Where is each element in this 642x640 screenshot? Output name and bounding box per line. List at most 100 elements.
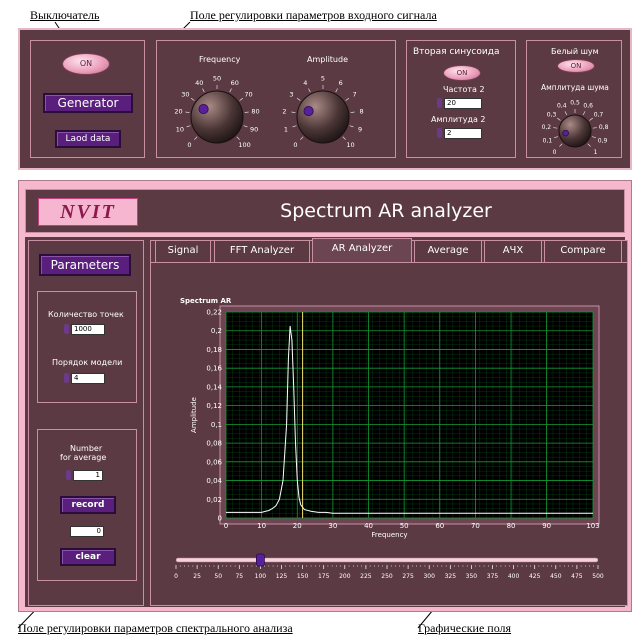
knob-tick-mark — [564, 111, 568, 116]
tab-ar-analyzer[interactable]: AR Analyzer — [312, 238, 412, 262]
knob-tick-mark — [553, 127, 558, 129]
knob-tick-mark — [553, 136, 558, 139]
x-tick-label: 10 — [257, 522, 266, 530]
second-sine-title: Вторая синусоида — [413, 47, 500, 57]
knob-tick-label: 0 — [553, 149, 557, 156]
order-input[interactable]: 4 — [71, 373, 105, 384]
x-tick-label: 103 — [586, 522, 599, 530]
generator-button[interactable]: Generator — [43, 93, 133, 113]
tab-average[interactable]: Average — [414, 240, 482, 262]
tab-ачх[interactable]: АЧХ — [484, 240, 542, 262]
frequency-knob[interactable]: 0 10 20 30 40 50 60 70 80 90 100 — [159, 63, 275, 159]
knobs-group: Frequency Amplitude 0 10 20 30 40 50 60 70 80 90 1… — [156, 40, 396, 158]
knob-tick-label: 0,1 — [543, 137, 553, 144]
slider-tick-label: 450 — [550, 573, 562, 580]
order-spinner[interactable] — [64, 373, 69, 383]
slider-tick-label: 400 — [508, 573, 520, 580]
knob-tick-mark — [291, 111, 296, 113]
knob-tick-label: 0,2 — [542, 124, 552, 131]
knob-tick-mark — [582, 111, 586, 116]
knob-tick-mark — [345, 97, 350, 101]
slider-tick-label: 500 — [592, 573, 604, 580]
amplitude-knob[interactable]: 0 1 2 3 4 5 6 7 8 9 10 — [265, 63, 381, 159]
slider-tick-label: 325 — [445, 573, 457, 580]
knob-body — [296, 90, 350, 144]
freq2-label: Частота 2 — [443, 85, 485, 94]
y-tick-label: 0,08 — [206, 440, 222, 448]
knob-tick-label: 3 — [289, 91, 293, 99]
knob-tick-mark — [587, 143, 591, 147]
knob-tick-mark — [350, 111, 355, 113]
slider-tick-label: 175 — [318, 573, 330, 580]
knob-tick-mark — [185, 111, 190, 113]
knob-tick-label: 50 — [213, 75, 221, 83]
y-tick-label: 0,14 — [206, 383, 222, 391]
clear-button[interactable]: clear — [60, 548, 116, 566]
avg-label-for-average: for average — [60, 453, 107, 462]
slider-thumb — [256, 553, 265, 567]
slider-tick-label: 50 — [214, 573, 222, 580]
slider-tick-label: 0 — [174, 573, 178, 580]
parameters-button[interactable]: Parameters — [39, 254, 131, 276]
points-label: Количество точек — [48, 310, 124, 319]
second-sine-switch[interactable]: ON — [443, 65, 481, 81]
record-button[interactable]: record — [60, 496, 116, 514]
knob-tick-label: 20 — [174, 107, 182, 115]
knob-tick-label: 10 — [176, 126, 184, 134]
avg-spinner[interactable] — [66, 470, 71, 480]
y-tick-label: 0,1 — [211, 421, 222, 429]
amp2-input[interactable]: 2 — [444, 128, 482, 139]
tab-fft-analyzer[interactable]: FFT Analyzer — [214, 240, 310, 262]
knob-tick-mark — [592, 136, 597, 139]
slider-tick-label: 350 — [466, 573, 478, 580]
knob-tick-label: 9 — [358, 126, 362, 134]
y-tick-label: 0,16 — [206, 365, 222, 373]
knob-tick-mark — [592, 127, 597, 129]
knob-tick-label: 0,4 — [557, 103, 567, 110]
noise-amplitude-knob[interactable]: 0 0,1 0,2 0,3 0,4 0,5 0,6 0,7 0,8 0,9 1 — [529, 91, 621, 159]
noise-switch[interactable]: ON — [557, 59, 595, 73]
knob-tick-mark — [308, 88, 311, 93]
knob-tick-label: 80 — [251, 107, 259, 115]
analyzer-header: NVIT Spectrum AR analyzer — [25, 189, 625, 233]
knob-tick-label: 70 — [244, 91, 252, 99]
slider-tick-label: 300 — [423, 573, 435, 580]
x-tick-label: 60 — [435, 522, 444, 530]
slider-tick-label: 75 — [235, 573, 243, 580]
x-tick-label: 20 — [293, 522, 302, 530]
knob-tick-mark — [186, 125, 191, 128]
freq2-spinner[interactable] — [437, 98, 442, 108]
knob-tick-mark — [300, 136, 304, 140]
y-tick-label: 0,04 — [206, 477, 222, 485]
page-title: Spectrum AR analyzer — [280, 200, 492, 222]
avg-input[interactable]: 1 — [73, 470, 103, 481]
slider-track — [175, 557, 599, 563]
knob-tick-label: 4 — [303, 79, 307, 87]
tab-signal[interactable]: Signal — [155, 240, 211, 262]
points-input[interactable]: 1000 — [71, 324, 105, 335]
knob-tick-mark — [194, 136, 198, 140]
points-spinner[interactable] — [64, 324, 69, 334]
slider-tick-label: 275 — [402, 573, 414, 580]
load-data-button[interactable]: Laod data — [55, 130, 121, 148]
logo: NVIT — [38, 198, 138, 226]
x-axis-label: Frequency — [371, 531, 407, 539]
order-label: Порядок модели — [52, 358, 123, 367]
freq2-input[interactable]: 20 — [444, 98, 482, 109]
knob-tick-label: 1 — [594, 149, 598, 156]
y-axis-label: Amplitude — [190, 397, 198, 433]
x-tick-label: 70 — [471, 522, 480, 530]
slider-tick-label: 25 — [193, 573, 201, 580]
knob-indicator — [198, 103, 209, 115]
slider-tick-label: 425 — [529, 573, 541, 580]
amp2-spinner[interactable] — [437, 128, 442, 138]
tab-compare[interactable]: Compare — [544, 240, 622, 262]
frequency-slider[interactable]: 0 25 50 75 100 125 150 175 200 225 250 275 300 325 350… — [170, 552, 606, 584]
knob-tick-label: 0,6 — [583, 103, 593, 110]
x-tick-label: 40 — [364, 522, 373, 530]
knob-indicator — [303, 105, 314, 117]
noise-title: Белый шум — [551, 47, 599, 56]
y-tick-label: 0,06 — [206, 458, 222, 466]
power-switch[interactable]: ON — [62, 53, 110, 75]
x-tick-label: 30 — [328, 522, 337, 530]
